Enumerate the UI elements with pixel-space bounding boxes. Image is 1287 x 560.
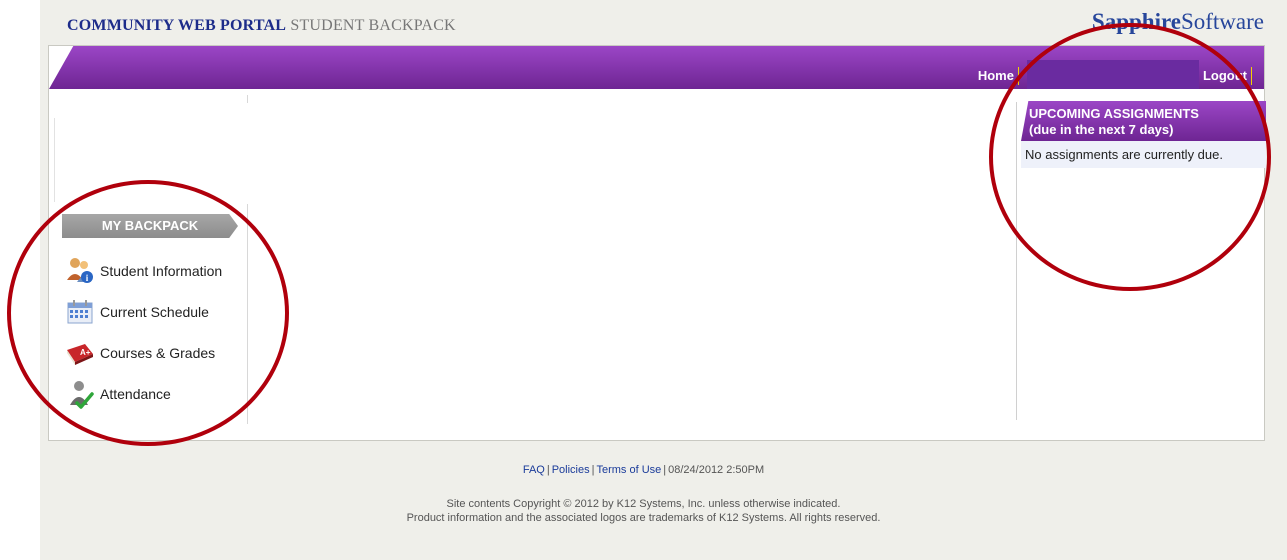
- left-sidebar: MY BACKPACK i Student Information Curren…: [49, 90, 249, 442]
- footer-separator: |: [546, 464, 550, 476]
- menu-item-student-information[interactable]: i Student Information: [64, 250, 244, 291]
- attendance-icon: [64, 378, 96, 410]
- user-name-redacted: [1026, 60, 1199, 89]
- vendor-logo: SapphireSoftware: [1092, 9, 1264, 35]
- trademark-line: Product information and the associated l…: [406, 512, 881, 524]
- backpack-menu: i Student Information Current Schedule A…: [64, 250, 244, 414]
- logout-link[interactable]: Logout: [1203, 68, 1247, 83]
- main-panel: Home Logout MY BACKPACK i Student Inform…: [48, 45, 1266, 442]
- svg-text:A+: A+: [80, 348, 91, 357]
- nav-separator: [1251, 66, 1252, 85]
- assignments-empty-message: No assignments are currently due.: [1021, 141, 1266, 168]
- vendor-logo-part1: Sapphire: [1091, 9, 1181, 34]
- upcoming-assignments-subtitle: (due in the next 7 days): [1029, 122, 1174, 137]
- upcoming-assignments-panel: UPCOMING ASSIGNMENTS (due in the next 7 …: [1021, 101, 1266, 168]
- portal-header: COMMUNITY WEB PORTAL STUDENT BACKPACK: [67, 17, 456, 35]
- student-info-icon: i: [64, 255, 96, 287]
- menu-item-courses-grades[interactable]: A+ Courses & Grades: [64, 332, 244, 373]
- menu-item-attendance[interactable]: Attendance: [64, 373, 244, 414]
- menu-item-current-schedule[interactable]: Current Schedule: [64, 291, 244, 332]
- top-nav-bar: Home Logout: [49, 46, 1264, 89]
- page-footer: FAQ | Policies | Terms of Use | 08/24/2012 2:5…: [0, 464, 1287, 525]
- divider: [1016, 102, 1017, 420]
- vendor-logo-part2: Software: [1180, 9, 1264, 34]
- portal-brand: COMMUNITY WEB PORTAL: [67, 17, 287, 34]
- copyright-notice: Site contents Copyright © 2012 by K12 Sy…: [0, 497, 1287, 525]
- divider: [54, 118, 55, 202]
- main-content-area: [249, 90, 1015, 442]
- footer-separator: |: [663, 464, 667, 476]
- footer-timestamp: 08/24/2012 2:50PM: [668, 464, 765, 476]
- menu-item-label: Current Schedule: [100, 303, 209, 320]
- home-link[interactable]: Home: [978, 68, 1014, 83]
- copyright-line: Site contents Copyright © 2012 by K12 Sy…: [446, 498, 841, 510]
- menu-item-label: Courses & Grades: [100, 344, 216, 361]
- divider: [247, 204, 248, 424]
- divider: [247, 95, 248, 103]
- menu-item-label: Attendance: [100, 385, 171, 402]
- my-backpack-heading: MY BACKPACK: [62, 214, 238, 238]
- terms-of-use-link[interactable]: Terms of Use: [596, 464, 661, 476]
- calendar-icon: [64, 296, 96, 328]
- nav-separator: [1017, 66, 1019, 85]
- policies-link[interactable]: Policies: [552, 464, 590, 476]
- menu-item-label: Student Information: [100, 262, 223, 279]
- faq-link[interactable]: FAQ: [523, 464, 545, 476]
- upcoming-assignments-heading: UPCOMING ASSIGNMENTS (due in the next 7 …: [1021, 101, 1266, 141]
- footer-links: FAQ | Policies | Terms of Use | 08/24/2012 2:5…: [0, 464, 1287, 476]
- upcoming-assignments-title: UPCOMING ASSIGNMENTS: [1029, 106, 1199, 121]
- footer-separator: |: [591, 464, 595, 476]
- nav-links: Home Logout: [978, 60, 1256, 89]
- grades-book-icon: A+: [64, 337, 96, 369]
- portal-section: STUDENT BACKPACK: [290, 17, 456, 34]
